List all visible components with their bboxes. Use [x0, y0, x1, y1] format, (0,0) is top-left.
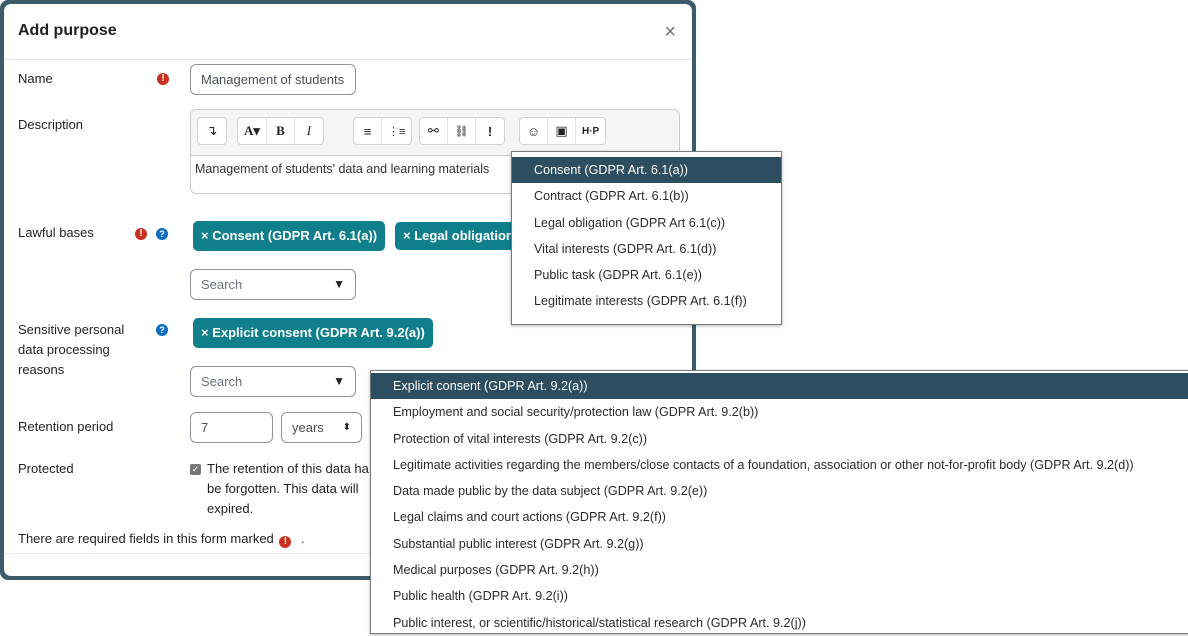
lawful-basis-tag[interactable]: × Consent (GDPR Art. 6.1(a)) [193, 221, 386, 251]
dropdown-option[interactable]: Contract (GDPR Art. 6.1(b)) [512, 183, 781, 209]
dropdown-option[interactable]: Vital interests (GDPR Art. 6.1(d)) [512, 236, 781, 262]
name-input[interactable]: Management of students [190, 64, 356, 95]
protected-checkbox[interactable]: ✓ [190, 464, 201, 475]
lawful-bases-label: Lawful bases [18, 225, 94, 240]
required-icon: ! [157, 73, 169, 85]
unlink-icon[interactable]: ⛓ [448, 118, 476, 144]
sensitive-label-line: data processing [18, 342, 110, 357]
required-fields-note: There are required fields in this form m… [18, 531, 305, 548]
italic-icon[interactable]: I [295, 118, 323, 144]
dropdown-option[interactable]: Public interest, or scientific/historica… [371, 610, 1188, 636]
retention-unit-select[interactable]: years ⬍ [281, 412, 362, 443]
font-style-icon[interactable]: A▾ [238, 118, 267, 144]
dropdown-option[interactable]: Public task (GDPR Art. 6.1(e)) [512, 262, 781, 288]
dropdown-option[interactable]: Consent (GDPR Art. 6.1(a)) [512, 157, 781, 184]
dropdown-option[interactable]: Public health (GDPR Art. 9.2(i)) [371, 583, 1188, 609]
dropdown-arrow-icon: ▼ [333, 277, 345, 291]
attention-icon[interactable]: ! [476, 118, 504, 144]
protected-label: Protected [18, 461, 74, 476]
protected-description: The retention of this data ha be forgott… [207, 461, 369, 516]
dropdown-option[interactable]: Data made public by the data subject (GD… [371, 478, 1188, 504]
dropdown-option[interactable]: Legal claims and court actions (GDPR Art… [371, 504, 1188, 530]
dropdown-option[interactable]: Explicit consent (GDPR Art. 9.2(a)) [371, 373, 1188, 400]
sensitive-label-line: reasons [18, 362, 65, 377]
lawful-basis-tag[interactable]: × Legal obligation [395, 222, 513, 250]
bold-icon[interactable]: B [267, 118, 295, 144]
dropdown-option[interactable]: Legitimate interests (GDPR Art. 6.1(f)) [512, 288, 781, 314]
sensitive-label-line: Sensitive personal [18, 322, 125, 337]
modal-title: Add purpose [18, 22, 117, 39]
required-icon: ! [279, 536, 292, 548]
sensitive-reasons-dropdown: Explicit consent (GDPR Art. 9.2(a)) Empl… [370, 370, 1188, 634]
ordered-list-icon[interactable]: ⋮≡ [382, 118, 411, 144]
modal-header: Add purpose × [4, 4, 692, 60]
collapse-toolbar-icon[interactable]: ↴ [198, 118, 226, 144]
image-icon[interactable]: ▣ [548, 118, 576, 144]
h5p-icon[interactable]: H·P [576, 118, 605, 144]
dropdown-arrow-icon: ▼ [333, 374, 345, 388]
dropdown-option[interactable]: Protection of vital interests (GDPR Art.… [371, 426, 1188, 452]
retention-unit-value: years [292, 420, 324, 435]
close-icon[interactable]: × [664, 22, 676, 42]
dropdown-option[interactable]: Substantial public interest (GDPR Art. 9… [371, 531, 1188, 557]
retention-value-input[interactable]: 7 [190, 412, 273, 443]
dropdown-option[interactable]: Legitimate activities regarding the memb… [371, 452, 1188, 478]
required-icon: ! [135, 228, 147, 240]
dropdown-option[interactable]: Medical purposes (GDPR Art. 9.2(h)) [371, 557, 1188, 583]
emoji-icon[interactable]: ☺ [520, 118, 548, 144]
unordered-list-icon[interactable]: ≡ [354, 118, 382, 144]
search-placeholder: Search [201, 374, 243, 389]
lawful-bases-dropdown: Consent (GDPR Art. 6.1(a)) Contract (GDP… [511, 151, 782, 325]
dropdown-option[interactable]: Employment and social security/protectio… [371, 399, 1188, 425]
link-icon[interactable]: ⚯ [420, 118, 448, 144]
select-arrows-icon: ⬍ [342, 422, 351, 433]
description-label: Description [18, 117, 84, 132]
help-icon[interactable]: ? [156, 324, 168, 336]
lawful-bases-search[interactable]: Search ▼ [190, 269, 356, 300]
help-icon[interactable]: ? [156, 228, 168, 240]
dropdown-option[interactable]: Legal obligation (GDPR Art 6.1(c)) [512, 210, 781, 236]
search-placeholder: Search [201, 277, 243, 292]
sensitive-reasons-search[interactable]: Search ▼ [190, 366, 356, 397]
retention-period-label: Retention period [18, 419, 114, 434]
sensitive-reason-tag[interactable]: × Explicit consent (GDPR Art. 9.2(a)) [193, 318, 433, 348]
name-label: Name [18, 71, 53, 86]
